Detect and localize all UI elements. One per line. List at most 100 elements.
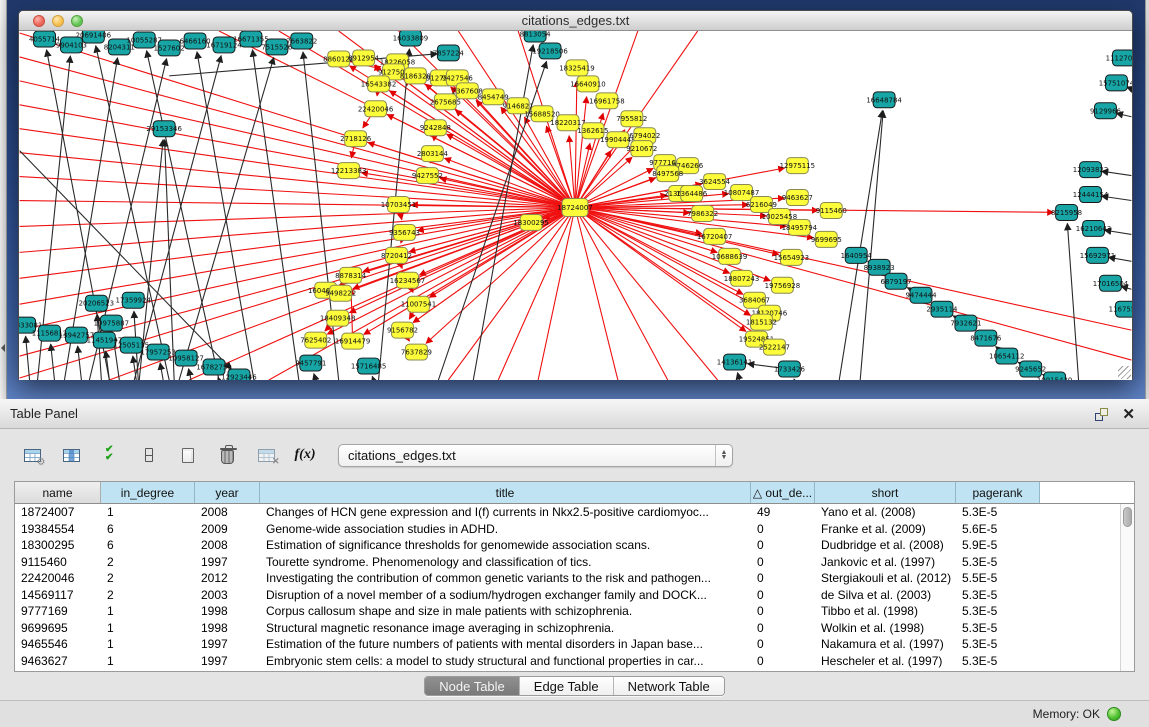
table-row[interactable]: 946362711997Embryonic stem cells: a mode… — [15, 653, 1120, 670]
cell-pagerank[interactable]: 5.3E-5 — [956, 504, 1040, 521]
graph-node-9156782[interactable]: 9156782 — [387, 322, 418, 338]
cell-year[interactable]: 2012 — [195, 570, 260, 587]
graph-node-16640910[interactable]: 16640910 — [570, 76, 605, 92]
cell-name[interactable]: 18300295 — [15, 537, 101, 554]
cell-pagerank[interactable]: 5.3E-5 — [956, 620, 1040, 637]
graph-node-10654112[interactable]: 10654112 — [989, 348, 1024, 364]
graph-node-7663822[interactable]: 7663822 — [286, 33, 317, 49]
cell-short[interactable]: Nakamura et al. (1997) — [815, 636, 956, 653]
cell-name[interactable]: 9115460 — [15, 554, 101, 571]
select-columns-icon[interactable] — [59, 443, 83, 467]
table-row[interactable]: 977716911998Corpus callosum shape and si… — [15, 603, 1120, 620]
graph-node-10703451[interactable]: 10703451 — [381, 197, 416, 213]
cell-in_degree[interactable]: 6 — [101, 521, 195, 538]
graph-node-18325419[interactable]: 18325419 — [559, 60, 594, 76]
cell-pagerank[interactable]: 5.3E-5 — [956, 636, 1040, 653]
graph-node-12213383[interactable]: 12213383 — [331, 163, 366, 179]
cell-in_degree[interactable]: 2 — [101, 587, 195, 604]
cell-name[interactable]: 18724007 — [15, 504, 101, 521]
table-scrollbar-thumb[interactable] — [1123, 507, 1132, 527]
graph-node-1364486[interactable]: 1364486 — [676, 186, 707, 202]
cell-in_degree[interactable]: 2 — [101, 554, 195, 571]
left-panel-collapse-rail[interactable] — [0, 0, 7, 399]
graph-node-2522147[interactable]: 2522147 — [759, 339, 790, 355]
select-all-rows-icon[interactable] — [98, 443, 122, 467]
cell-short[interactable]: Stergiakouli et al. (2012) — [815, 570, 956, 587]
cell-title[interactable]: Genome-wide association studies in ADHD. — [260, 521, 751, 538]
float-panel-icon[interactable] — [1095, 408, 1108, 421]
graph-node-16033809[interactable]: 16033809 — [393, 31, 428, 46]
graph-node-6879197[interactable]: 6879197 — [881, 273, 912, 289]
graph-node-9427552[interactable]: 9427552 — [412, 168, 443, 184]
column-header-short[interactable]: short — [815, 482, 956, 503]
column-header-year[interactable]: year — [195, 482, 260, 503]
graph-node-9463627[interactable]: 9463627 — [782, 190, 813, 206]
graph-node-17016504[interactable]: 17016504 — [1093, 275, 1129, 291]
cell-in_degree[interactable]: 1 — [101, 653, 195, 670]
cell-title[interactable]: Tourette syndrome. Phenomenology and cla… — [260, 554, 751, 571]
cell-out_de[interactable]: 0 — [751, 537, 815, 554]
cell-out_de[interactable]: 0 — [751, 653, 815, 670]
tab-network-table[interactable]: Network Table — [613, 677, 724, 695]
graph-node-16648784[interactable]: 16648784 — [866, 92, 902, 108]
cell-year[interactable]: 1998 — [195, 603, 260, 620]
graph-node-8813054[interactable]: 8813054 — [520, 31, 552, 42]
column-header-name[interactable]: name — [15, 482, 101, 503]
graph-node-7986322[interactable]: 7986322 — [687, 206, 718, 222]
minimize-window-button[interactable] — [52, 15, 64, 27]
cell-out_de[interactable]: 0 — [751, 603, 815, 620]
graph-node-7625402[interactable]: 7625402 — [300, 332, 331, 348]
graph-node-14136141[interactable]: 14136141 — [717, 354, 752, 370]
graph-node-12975115[interactable]: 12975115 — [780, 158, 815, 174]
table-row[interactable]: 1872400712008Changes of HCN gene express… — [15, 504, 1120, 521]
cell-name[interactable]: 14569117 — [15, 587, 101, 604]
new-document-icon[interactable] — [176, 443, 200, 467]
cell-name[interactable]: 9777169 — [15, 603, 101, 620]
table-row[interactable]: 1456911722003Disruption of a novel membe… — [15, 587, 1120, 604]
cell-short[interactable]: Hescheler et al. (1997) — [815, 653, 956, 670]
graph-node-7857224[interactable]: 7857224 — [433, 45, 465, 61]
cell-in_degree[interactable]: 2 — [101, 570, 195, 587]
window-resize-grip[interactable] — [1118, 366, 1131, 379]
graph-node-19218506[interactable]: 19218506 — [532, 43, 567, 59]
cell-pagerank[interactable]: 5.9E-5 — [956, 537, 1040, 554]
graph-node-9210672[interactable]: 9210672 — [626, 141, 657, 157]
cell-title[interactable]: Investigating the contribution of common… — [260, 570, 751, 587]
cell-year[interactable]: 1997 — [195, 653, 260, 670]
cell-name[interactable]: 22420046 — [15, 570, 101, 587]
cell-out_de[interactable]: 0 — [751, 554, 815, 571]
graph-node-18724007[interactable]: 18724007 — [557, 199, 592, 217]
graph-node-15692971[interactable]: 15692971 — [1080, 247, 1115, 263]
graph-node-11675533[interactable]: 11675533 — [1109, 301, 1132, 317]
table-selector-dropdown[interactable]: citations_edges.txt ▲▼ — [338, 444, 733, 467]
cell-short[interactable]: Franke et al. (2009) — [815, 521, 956, 538]
graph-node-12444154[interactable]: 12444154 — [1073, 187, 1109, 203]
tab-edge-table[interactable]: Edge Table — [519, 677, 613, 695]
cell-name[interactable]: 9465546 — [15, 636, 101, 653]
table-scrollbar[interactable] — [1120, 504, 1134, 671]
graph-node-1733426[interactable]: 1733426 — [774, 361, 805, 377]
window-titlebar[interactable]: citations_edges.txt — [19, 11, 1132, 31]
graph-node-9356743[interactable]: 9356743 — [389, 224, 420, 240]
cell-in_degree[interactable]: 1 — [101, 636, 195, 653]
cell-short[interactable]: Dudbridge et al. (2008) — [815, 537, 956, 554]
cell-pagerank[interactable]: 5.5E-5 — [956, 570, 1040, 587]
graph-node-19756928[interactable]: 19756928 — [765, 277, 800, 293]
cell-title[interactable]: Embryonic stem cells: a model to study s… — [260, 653, 751, 670]
cell-out_de[interactable]: 0 — [751, 636, 815, 653]
close-panel-icon[interactable]: ✕ — [1122, 407, 1135, 422]
cell-in_degree[interactable]: 1 — [101, 620, 195, 637]
unselect-rows-icon[interactable] — [137, 443, 161, 467]
graph-node-9474444[interactable]: 9474444 — [905, 287, 937, 303]
cell-year[interactable]: 2003 — [195, 587, 260, 604]
cell-year[interactable]: 1997 — [195, 554, 260, 571]
cell-title[interactable]: Structural magnetic resonance image aver… — [260, 620, 751, 637]
cell-title[interactable]: Changes of HCN gene expression and I(f) … — [260, 504, 751, 521]
network-canvas[interactable]: 1872400718300295886012889129541822605891… — [19, 31, 1132, 380]
cell-short[interactable]: Tibbo et al. (1998) — [815, 603, 956, 620]
graph-node-8878314[interactable]: 8878314 — [335, 267, 367, 283]
cell-title[interactable]: Estimation of the future numbers of pati… — [260, 636, 751, 653]
graph-node-9129966[interactable]: 9129966 — [1090, 103, 1121, 119]
cell-out_de[interactable]: 0 — [751, 521, 815, 538]
graph-node-7955812[interactable]: 7955812 — [616, 111, 647, 127]
